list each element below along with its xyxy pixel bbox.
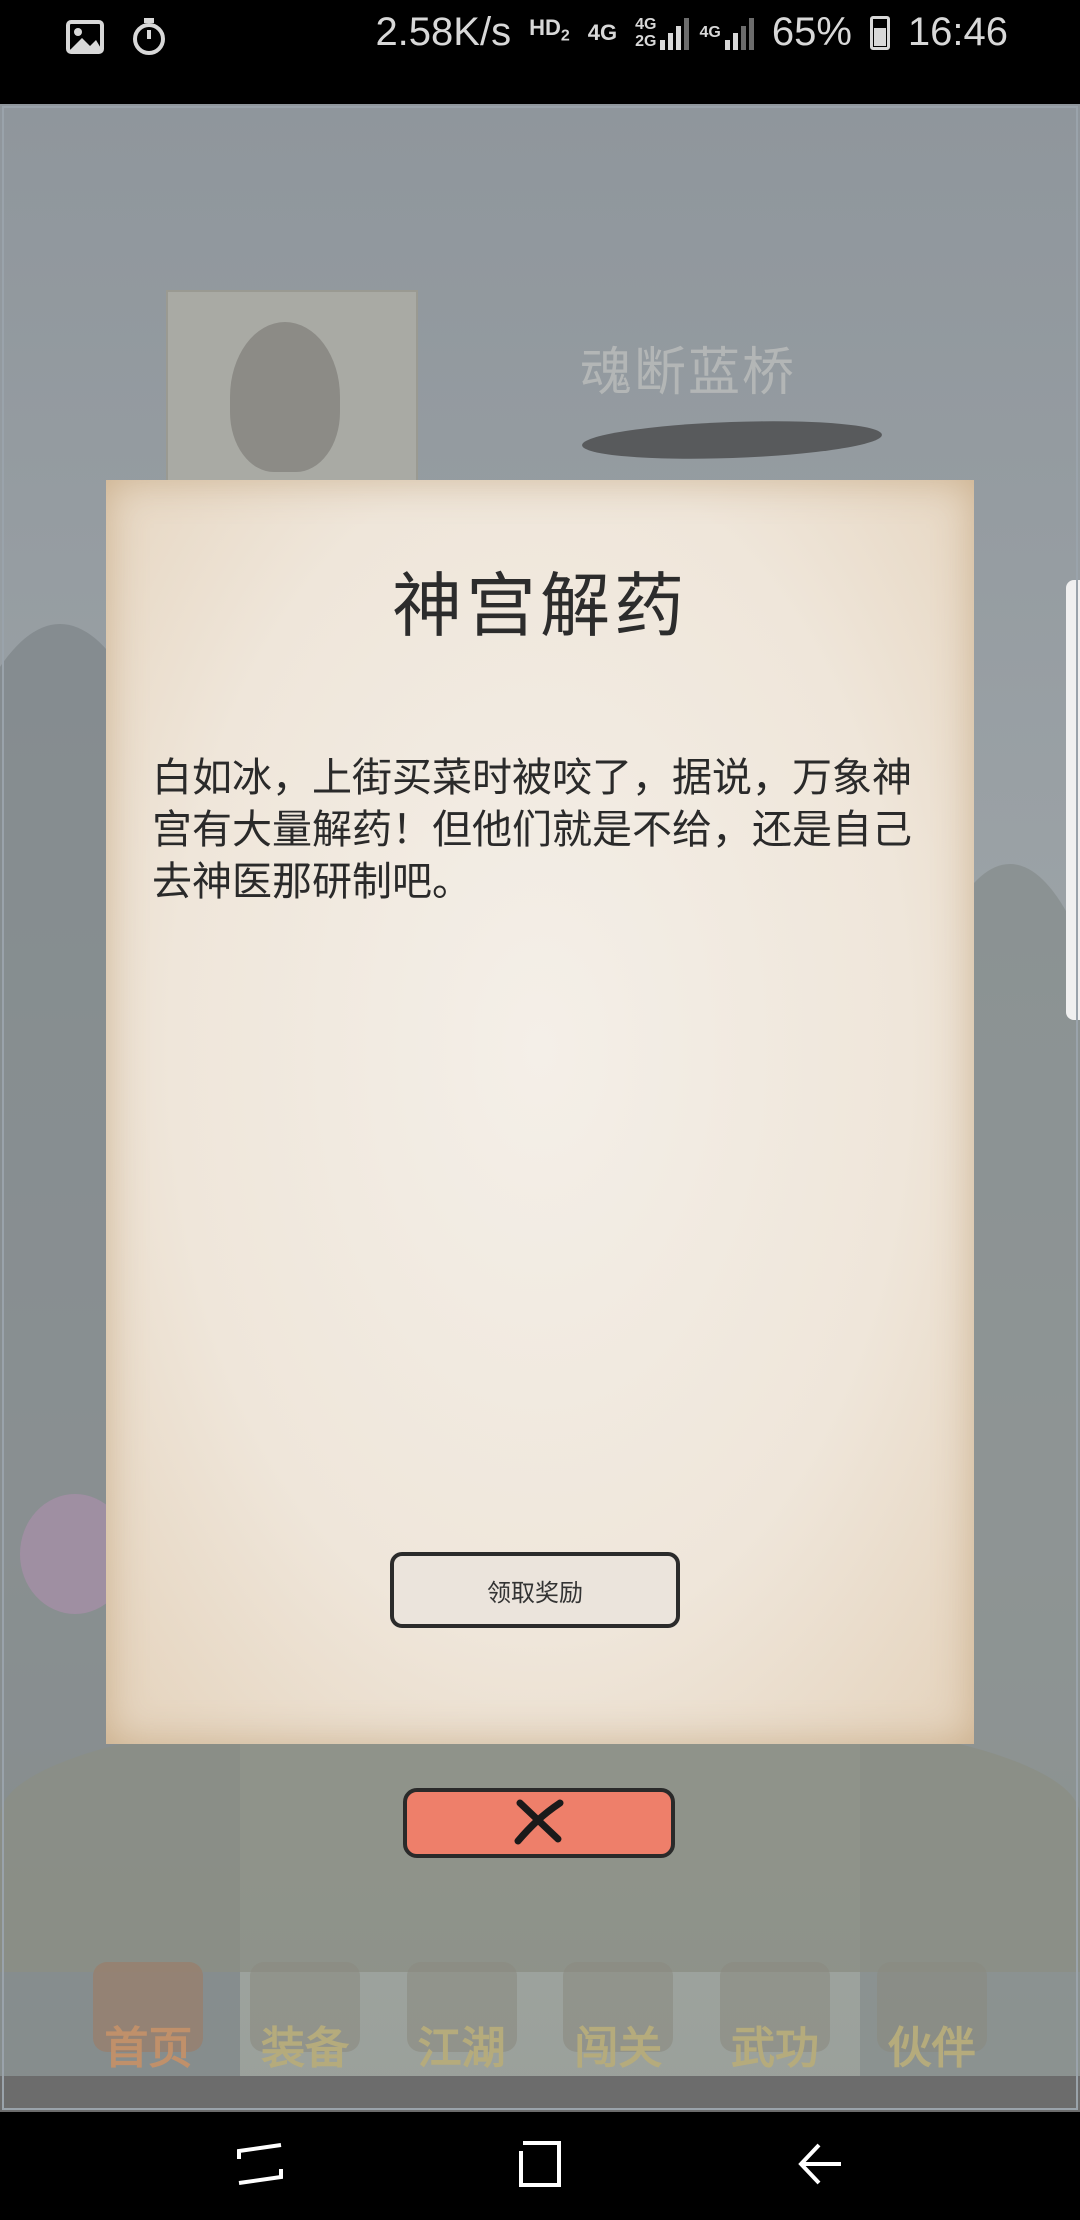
game-nav-partners[interactable]: 伙伴 <box>862 1962 1002 2076</box>
game-nav-label: 江湖 <box>417 2023 506 2074</box>
status-bar: 2.58K/s HD2 4G 4G 2G 4G 65% 16:46 <box>0 0 1080 104</box>
battery-percent: 65% <box>771 10 852 54</box>
battery-icon <box>869 15 890 50</box>
hero-portrait <box>166 290 418 494</box>
clock: 16:46 <box>907 10 1008 54</box>
timer-icon <box>132 18 166 60</box>
recents-button[interactable] <box>220 2126 300 2206</box>
signal-icon: 4G 2G 4G <box>635 16 754 50</box>
game-bottom-nav: 首页 装备 江湖 闯关 武功 伙伴 <box>0 1926 1080 2076</box>
game-nav-label: 首页 <box>104 2023 193 2074</box>
home-square-icon <box>515 2139 565 2193</box>
close-button[interactable] <box>403 1788 675 1858</box>
image-icon <box>66 20 104 58</box>
dialog-body: 白如冰，上街买菜时被咬了，据说，万象神宫有大量解药！但他们就是不给，还是自己去神… <box>152 755 912 905</box>
game-nav-home[interactable]: 首页 <box>78 1962 218 2076</box>
game-nav-label: 伙伴 <box>887 2023 976 2074</box>
recents-icon <box>235 2139 285 2193</box>
scrollbar[interactable] <box>1066 580 1080 1020</box>
game-nav-stages[interactable]: 闯关 <box>548 1962 688 2076</box>
quest-dialog: 神宫解药 白如冰，上街买菜时被咬了，据说，万象神宫有大量解药！但他们就是不给，还… <box>106 480 974 1744</box>
game-nav-jianghu[interactable]: 江湖 <box>392 1962 532 2076</box>
ink-brush-stroke <box>581 416 883 464</box>
back-icon <box>795 2139 845 2193</box>
claim-reward-button[interactable]: 领取奖励 <box>390 1552 680 1628</box>
nav-bottom-strip <box>0 2076 1080 2112</box>
home-button[interactable] <box>500 2126 580 2206</box>
close-icon <box>512 1797 566 1849</box>
net1-indicator: 4G <box>587 19 618 45</box>
dialog-title: 神宫解药 <box>392 565 688 647</box>
game-nav-label: 装备 <box>260 2023 349 2074</box>
hero-name: 魂断蓝桥 <box>580 343 797 403</box>
game-nav-label: 闯关 <box>574 2023 663 2074</box>
system-nav-bar <box>0 2112 1080 2220</box>
game-nav-martial-arts[interactable]: 武功 <box>705 1962 845 2076</box>
net-speed: 2.58K/s <box>375 10 512 54</box>
back-button[interactable] <box>780 2126 860 2206</box>
game-nav-label: 武功 <box>730 2023 819 2074</box>
game-nav-equipment[interactable]: 装备 <box>235 1962 375 2076</box>
hd-indicator: HD2 <box>529 15 570 45</box>
